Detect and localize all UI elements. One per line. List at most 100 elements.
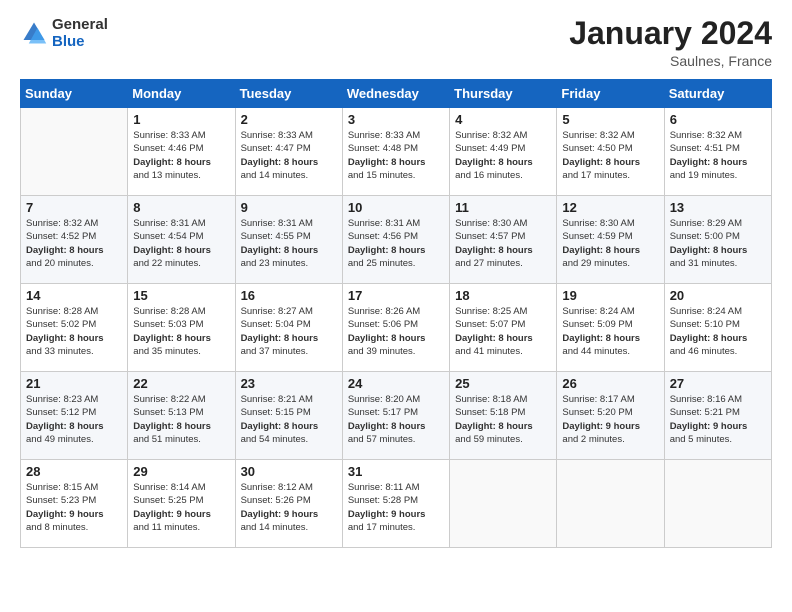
day-cell: 28 Sunrise: 8:15 AMSunset: 5:23 PMDayligh… [21,460,128,548]
day-info: Sunrise: 8:30 AMSunset: 4:57 PMDaylight:… [455,217,551,270]
day-cell: 17Sunrise: 8:26 AMSunset: 5:06 PMDayligh… [342,284,449,372]
day-info: Sunrise: 8:31 AMSunset: 4:54 PMDaylight:… [133,217,229,270]
day-cell: 11 Sunrise: 8:30 AMSunset: 4:57 PMDayligh… [450,196,557,284]
day-cell: 12Sunrise: 8:30 AMSunset: 4:59 PMDayligh… [557,196,664,284]
day-number: 1 [133,112,229,127]
day-info: Sunrise: 8:15 AMSunset: 5:23 PMDaylight:… [26,481,122,534]
day-info: Sunrise: 8:12 AMSunset: 5:26 PMDaylight:… [241,481,337,534]
day-cell: 4Sunrise: 8:32 AMSunset: 4:49 PMDaylight… [450,108,557,196]
day-info: Sunrise: 8:16 AMSunset: 5:21 PMDaylight:… [670,393,766,446]
day-number: 25 [455,376,551,391]
day-cell: 6Sunrise: 8:32 AMSunset: 4:51 PMDaylight… [664,108,771,196]
day-cell: 1 Sunrise: 8:33 AMSunset: 4:46 PMDaylight… [128,108,235,196]
week-row: 14 Sunrise: 8:28 AMSunset: 5:02 PMDayligh… [21,284,772,372]
day-cell: 20Sunrise: 8:24 AMSunset: 5:10 PMDayligh… [664,284,771,372]
day-number: 22 [133,376,229,391]
col-header-sunday: Sunday [21,80,128,108]
day-cell: 5 Sunrise: 8:32 AMSunset: 4:50 PMDaylight… [557,108,664,196]
day-cell: 2 Sunrise: 8:33 AMSunset: 4:47 PMDaylight… [235,108,342,196]
day-info: Sunrise: 8:14 AMSunset: 5:25 PMDaylight:… [133,481,229,534]
day-info: Sunrise: 8:33 AMSunset: 4:47 PMDaylight:… [241,129,337,182]
logo-icon [20,19,48,47]
day-info: Sunrise: 8:32 AMSunset: 4:50 PMDaylight:… [562,129,658,182]
day-cell: 9 Sunrise: 8:31 AMSunset: 4:55 PMDaylight… [235,196,342,284]
week-row: 7 Sunrise: 8:32 AMSunset: 4:52 PMDaylight… [21,196,772,284]
day-cell: 14 Sunrise: 8:28 AMSunset: 5:02 PMDayligh… [21,284,128,372]
day-info: Sunrise: 8:27 AMSunset: 5:04 PMDaylight:… [241,305,337,358]
day-cell: 31 Sunrise: 8:11 AMSunset: 5:28 PMDayligh… [342,460,449,548]
day-info: Sunrise: 8:28 AMSunset: 5:03 PMDaylight:… [133,305,229,358]
day-cell: 15 Sunrise: 8:28 AMSunset: 5:03 PMDayligh… [128,284,235,372]
day-number: 31 [348,464,444,479]
logo-blue: Blue [52,33,85,50]
calendar-subtitle: Saulnes, France [569,53,772,69]
day-cell: 30 Sunrise: 8:12 AMSunset: 5:26 PMDayligh… [235,460,342,548]
day-info: Sunrise: 8:26 AMSunset: 5:06 PMDaylight:… [348,305,444,358]
col-header-monday: Monday [128,80,235,108]
day-info: Sunrise: 8:23 AMSunset: 5:12 PMDaylight:… [26,393,122,446]
day-cell: 26Sunrise: 8:17 AMSunset: 5:20 PMDayligh… [557,372,664,460]
day-cell [21,108,128,196]
day-number: 10 [348,200,444,215]
day-info: Sunrise: 8:31 AMSunset: 4:55 PMDaylight:… [241,217,337,270]
day-cell [664,460,771,548]
day-info: Sunrise: 8:29 AMSunset: 5:00 PMDaylight:… [670,217,766,270]
day-number: 8 [133,200,229,215]
day-number: 5 [562,112,658,127]
day-info: Sunrise: 8:33 AMSunset: 4:46 PMDaylight:… [133,129,229,182]
day-cell: 13Sunrise: 8:29 AMSunset: 5:00 PMDayligh… [664,196,771,284]
day-cell: 16Sunrise: 8:27 AMSunset: 5:04 PMDayligh… [235,284,342,372]
day-info: Sunrise: 8:22 AMSunset: 5:13 PMDaylight:… [133,393,229,446]
day-cell: 19 Sunrise: 8:24 AMSunset: 5:09 PMDayligh… [557,284,664,372]
day-number: 21 [26,376,122,391]
day-info: Sunrise: 8:11 AMSunset: 5:28 PMDaylight:… [348,481,444,534]
day-info: Sunrise: 8:31 AMSunset: 4:56 PMDaylight:… [348,217,444,270]
day-number: 3 [348,112,444,127]
day-number: 24 [348,376,444,391]
day-number: 27 [670,376,766,391]
logo-text: General Blue [52,16,108,51]
day-number: 9 [241,200,337,215]
day-number: 19 [562,288,658,303]
day-info: Sunrise: 8:20 AMSunset: 5:17 PMDaylight:… [348,393,444,446]
day-info: Sunrise: 8:21 AMSunset: 5:15 PMDaylight:… [241,393,337,446]
day-cell: 10 Sunrise: 8:31 AMSunset: 4:56 PMDayligh… [342,196,449,284]
day-info: Sunrise: 8:28 AMSunset: 5:02 PMDaylight:… [26,305,122,358]
col-header-wednesday: Wednesday [342,80,449,108]
day-cell: 7 Sunrise: 8:32 AMSunset: 4:52 PMDaylight… [21,196,128,284]
day-number: 18 [455,288,551,303]
day-info: Sunrise: 8:24 AMSunset: 5:10 PMDaylight:… [670,305,766,358]
day-number: 14 [26,288,122,303]
day-cell: 27 Sunrise: 8:16 AMSunset: 5:21 PMDayligh… [664,372,771,460]
day-info: Sunrise: 8:33 AMSunset: 4:48 PMDaylight:… [348,129,444,182]
day-number: 15 [133,288,229,303]
day-number: 28 [26,464,122,479]
page: General Blue January 2024 Saulnes, Franc… [0,0,792,612]
week-row: 28 Sunrise: 8:15 AMSunset: 5:23 PMDayligh… [21,460,772,548]
day-cell [450,460,557,548]
calendar-title: January 2024 [569,16,772,51]
calendar-table: SundayMondayTuesdayWednesdayThursdayFrid… [20,79,772,548]
day-number: 30 [241,464,337,479]
day-cell: 18 Sunrise: 8:25 AMSunset: 5:07 PMDayligh… [450,284,557,372]
col-header-thursday: Thursday [450,80,557,108]
day-cell: 23 Sunrise: 8:21 AMSunset: 5:15 PMDayligh… [235,372,342,460]
day-number: 12 [562,200,658,215]
week-row: 21 Sunrise: 8:23 AMSunset: 5:12 PMDayligh… [21,372,772,460]
day-number: 6 [670,112,766,127]
day-info: Sunrise: 8:24 AMSunset: 5:09 PMDaylight:… [562,305,658,358]
day-number: 2 [241,112,337,127]
day-info: Sunrise: 8:32 AMSunset: 4:49 PMDaylight:… [455,129,551,182]
day-number: 11 [455,200,551,215]
day-cell [557,460,664,548]
day-info: Sunrise: 8:25 AMSunset: 5:07 PMDaylight:… [455,305,551,358]
day-number: 7 [26,200,122,215]
logo: General Blue [20,16,108,51]
day-cell: 25Sunrise: 8:18 AMSunset: 5:18 PMDayligh… [450,372,557,460]
day-cell: 24 Sunrise: 8:20 AMSunset: 5:17 PMDayligh… [342,372,449,460]
day-cell: 8 Sunrise: 8:31 AMSunset: 4:54 PMDaylight… [128,196,235,284]
title-block: January 2024 Saulnes, France [569,16,772,69]
header-row: SundayMondayTuesdayWednesdayThursdayFrid… [21,80,772,108]
day-info: Sunrise: 8:32 AMSunset: 4:52 PMDaylight:… [26,217,122,270]
day-number: 23 [241,376,337,391]
